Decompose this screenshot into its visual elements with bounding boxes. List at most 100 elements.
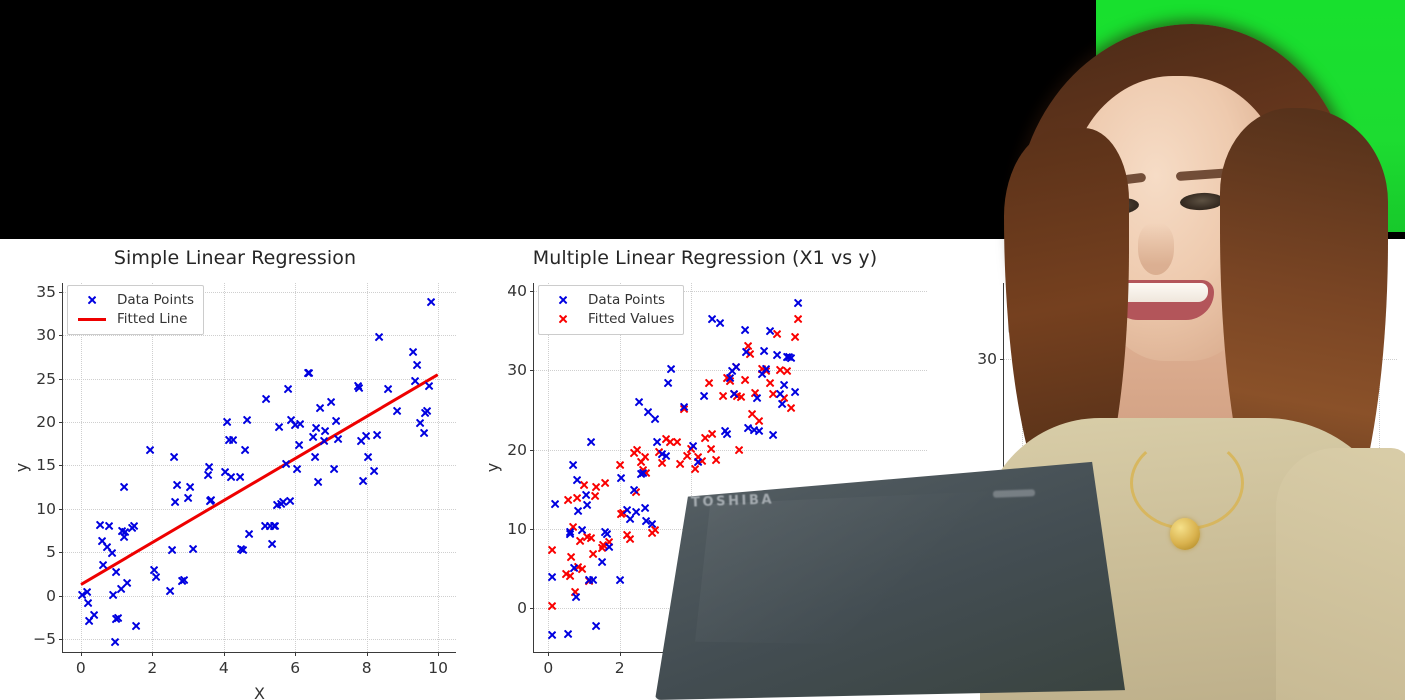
chart-2-y-axis-label: y	[483, 462, 503, 472]
y-tick-label: 35	[36, 282, 56, 301]
gridline-vertical	[366, 283, 368, 652]
legend-entry-label: Data Points	[588, 292, 666, 308]
x-tick-mark	[80, 652, 82, 656]
y-tick-label: 30	[977, 350, 997, 369]
legend-marker-swatch	[546, 292, 580, 309]
legend-entry-label: Data Points	[117, 292, 195, 308]
chart-2-legend: Data Points Fitted Values	[538, 285, 685, 335]
y-tick-mark	[59, 508, 63, 510]
screenshot-canvas: Simple Linear Regression Multiple Linear…	[0, 0, 1405, 700]
legend-marker-swatch	[75, 292, 109, 309]
y-tick-label: 0	[517, 599, 527, 618]
x-tick-mark	[223, 652, 225, 656]
x-tick-label: 0	[543, 659, 554, 677]
y-tick-label: 20	[507, 440, 527, 459]
y-tick-mark	[530, 529, 534, 530]
gridline-horizontal	[63, 421, 456, 423]
gridline-horizontal	[63, 335, 456, 337]
x-tick-label: 0	[75, 659, 86, 677]
y-tick-mark	[59, 552, 63, 554]
y-tick-mark	[59, 335, 63, 337]
legend-marker-swatch	[1016, 292, 1050, 309]
x-tick-label: 2	[147, 659, 158, 677]
x-tick-label: 2	[614, 659, 625, 677]
chart-1-y-axis-label: y	[12, 462, 32, 472]
fitted-line	[79, 373, 439, 587]
legend-line-swatch	[1016, 310, 1050, 327]
gridline-vertical	[691, 283, 693, 652]
gridline-vertical	[1093, 283, 1095, 652]
chart-3-title: n	[1166, 247, 1179, 269]
chart-1-x-axis-label: X	[254, 684, 265, 700]
x-tick-label: 4	[218, 659, 229, 677]
gridline-vertical	[1307, 283, 1309, 652]
y-tick-mark	[59, 421, 63, 423]
y-tick-label: 10	[507, 520, 527, 538]
x-tick-label: 8	[361, 659, 372, 677]
legend-line-swatch	[75, 311, 109, 328]
x-tick-mark	[691, 652, 693, 656]
gridline-horizontal	[534, 529, 927, 530]
gridline-vertical	[295, 283, 297, 652]
y-tick-mark	[530, 608, 534, 610]
legend-entry: Fitted Line	[75, 310, 194, 329]
legend-entry-label: Fitted Line	[117, 311, 188, 327]
gridline-horizontal	[63, 595, 456, 597]
gridline-horizontal	[63, 508, 456, 510]
gridline-vertical	[438, 283, 440, 652]
legend-entry: D	[1016, 291, 1068, 310]
legend-entry: Fitted Values	[546, 310, 674, 329]
y-tick-label: 30	[36, 326, 56, 345]
chart-1-title: Simple Linear Regression	[113, 247, 357, 269]
gridline-horizontal	[63, 638, 456, 640]
fitted-line-icon	[1019, 317, 1047, 321]
gridline-horizontal	[534, 608, 927, 610]
x-tick-mark	[152, 652, 154, 656]
gridline-vertical	[152, 283, 154, 652]
y-tick-label: 40	[507, 281, 527, 300]
gridline-vertical	[1236, 283, 1238, 652]
gridline-vertical	[548, 283, 550, 652]
y-tick-mark	[59, 465, 63, 467]
y-tick-label: 25	[36, 369, 56, 388]
y-tick-mark	[59, 291, 63, 293]
y-tick-mark	[59, 638, 63, 640]
gridline-horizontal	[1004, 359, 1397, 361]
gridline-horizontal	[63, 465, 456, 467]
gridline-vertical	[1164, 283, 1166, 652]
gridline-vertical	[619, 283, 621, 652]
legend-marker-swatch	[546, 311, 580, 328]
x-tick-mark	[548, 652, 550, 656]
x-tick-label: 10	[428, 659, 448, 677]
y-tick-label: 0	[46, 586, 56, 605]
y-tick-mark	[1000, 359, 1004, 361]
chart-2-plot-area: y Data Points Fitted Values 0 10 20 30 40 0 2	[483, 282, 927, 677]
legend-entry: Data Points	[75, 291, 194, 310]
legend-entry-label: Fitted Values	[588, 311, 675, 327]
legend-entry: Data Points	[546, 291, 674, 310]
chart-2-title: Multiple Linear Regression (X1 vs y)	[532, 247, 878, 269]
y-tick-label: 10	[36, 499, 56, 518]
y-tick-label: 5	[46, 543, 56, 562]
gridline-horizontal	[63, 552, 456, 554]
x-tick-label: 6	[290, 659, 301, 677]
y-tick-mark	[530, 370, 534, 372]
gridline-vertical	[1021, 283, 1023, 652]
y-tick-mark	[59, 595, 63, 597]
x-tick-mark	[619, 652, 621, 656]
x-tick-mark	[295, 652, 297, 656]
y-tick-mark	[530, 290, 534, 292]
gridline-horizontal	[534, 370, 927, 372]
fitted-line	[1362, 330, 1384, 344]
fitted-line-icon	[78, 318, 106, 322]
gridline-horizontal	[63, 378, 456, 380]
legend-entry	[1016, 310, 1068, 327]
chart-3-plot-area: D 30	[977, 283, 1397, 653]
gridline-horizontal	[534, 449, 927, 451]
chart-1-plot-area: y X Data Points Fitted Line −5 0 5 10 15 20 25 3…	[12, 283, 456, 700]
chart-3-legend: D	[1008, 285, 1079, 333]
top-black-band	[0, 0, 1405, 239]
x-tick-mark	[366, 652, 368, 656]
x-tick-mark	[438, 652, 440, 656]
gridline-vertical	[1379, 283, 1381, 652]
